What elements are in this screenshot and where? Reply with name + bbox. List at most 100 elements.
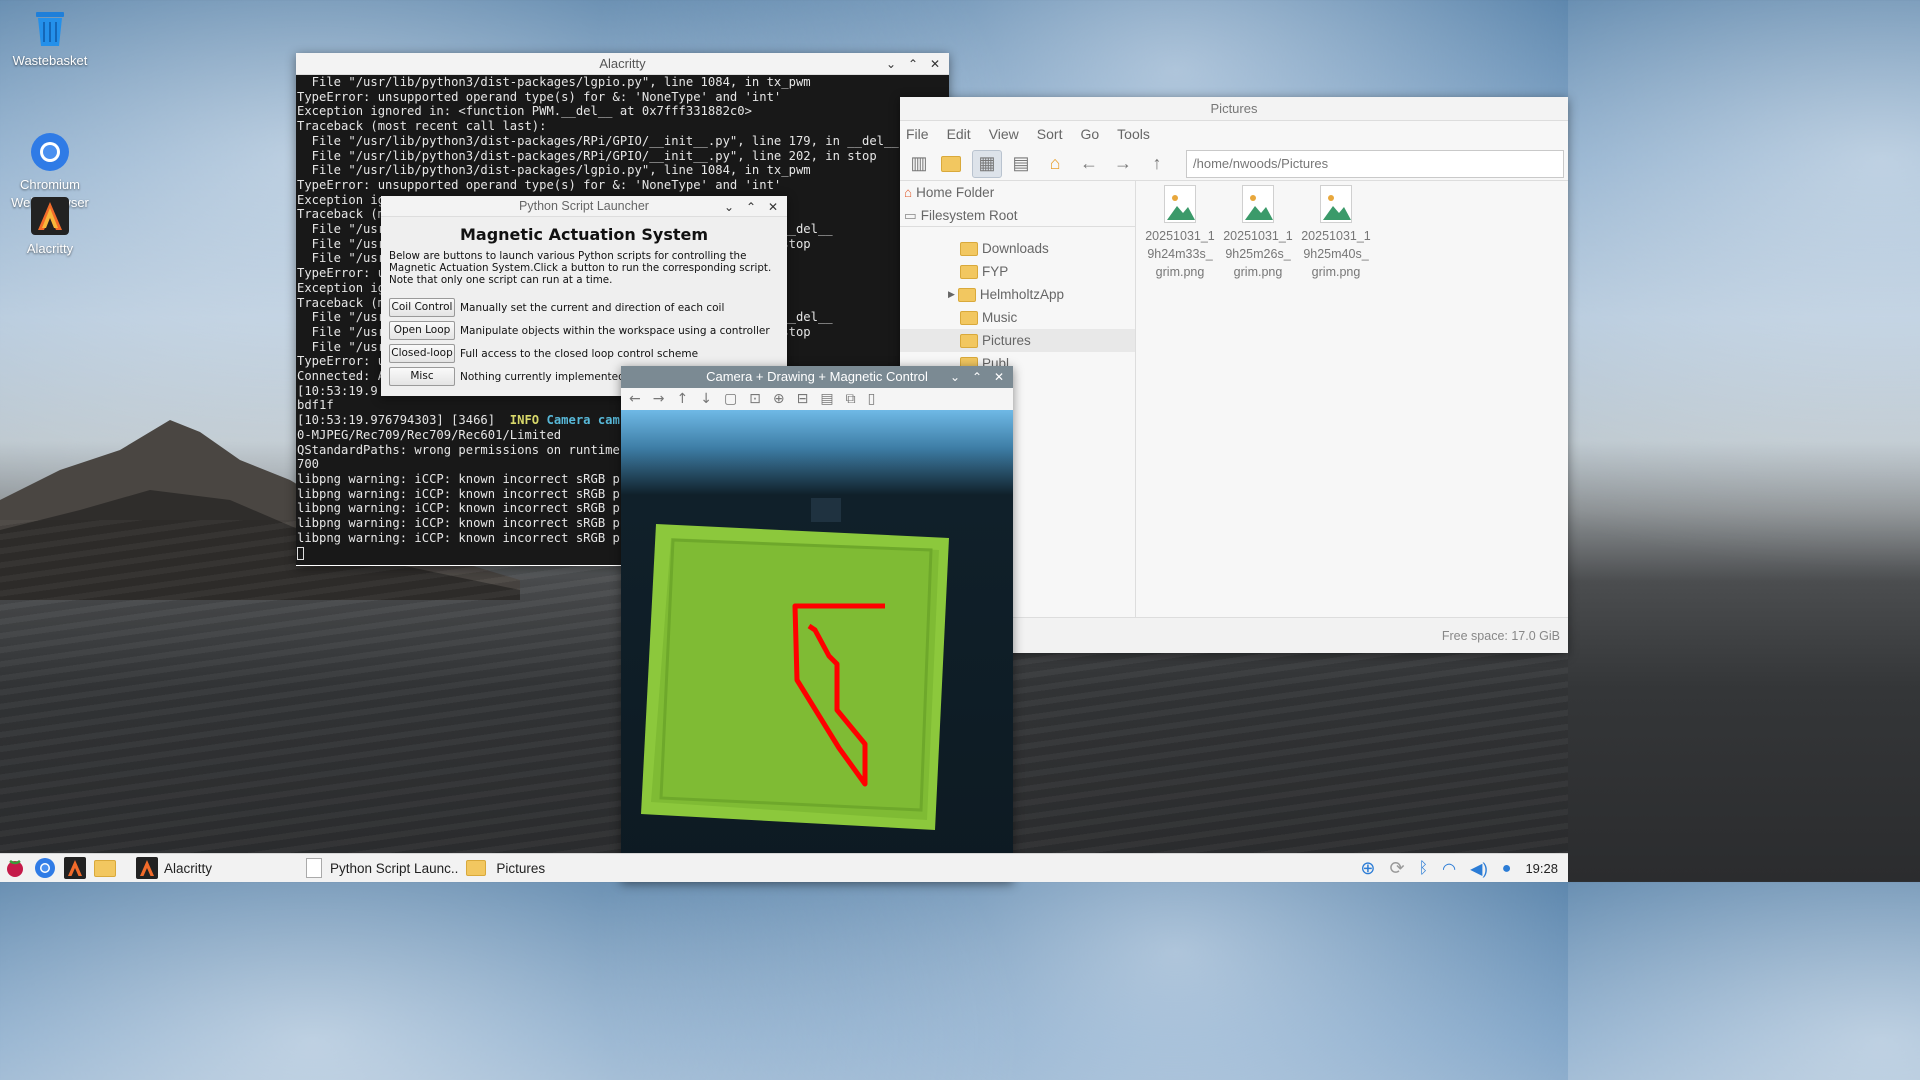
coil-control-button[interactable]: Coil Control (389, 298, 455, 317)
tree-item-helmholtzapp[interactable]: ▶ HelmholtzApp (900, 283, 1135, 306)
file-name-line: 20251031_1 (1301, 229, 1371, 243)
file-name-line: 9h25m40s_ (1303, 247, 1369, 261)
raspberry-menu-icon[interactable] (0, 854, 30, 883)
launcher-description: Below are buttons to launch various Pyth… (389, 250, 772, 286)
folder-icon (960, 310, 978, 325)
desktop-icon-chromium[interactable]: Chromium Web Browser (0, 96, 100, 212)
desktop-icon-label: Alacritty (26, 241, 74, 256)
system-tray: ⊕ ⟳ ᛒ ◠ ◀) ● 19:28 (1360, 854, 1568, 883)
misc-button[interactable]: Misc (389, 367, 455, 386)
desktop-icon-wastebasket[interactable]: Wastebasket (0, 8, 100, 70)
download-icon[interactable]: ⊕ (1360, 858, 1375, 879)
camera-titlebar[interactable]: Camera + Drawing + Magnetic Control ⌄ ⌃ … (621, 366, 1013, 388)
file-manager-titlebar[interactable]: Pictures (900, 97, 1568, 121)
back-arrow-icon[interactable]: ← (629, 391, 641, 407)
close-button[interactable]: ✕ (925, 53, 945, 75)
file-item[interactable]: 20251031_1 9h24m33s_ grim.png (1144, 181, 1216, 281)
maximize-button[interactable]: ⌃ (967, 366, 987, 388)
file-grid: 20251031_1 9h24m33s_ grim.png 20251031_1… (1144, 181, 1372, 281)
file-name-line: grim.png (1311, 265, 1361, 279)
new-folder-icon[interactable] (938, 150, 968, 178)
place-home-folder[interactable]: ⌂ Home Folder (900, 181, 1135, 204)
alacritty-launcher-icon[interactable] (60, 854, 90, 883)
subplots-icon[interactable]: ⊟ (797, 391, 809, 407)
free-space-label: Free space: 17.0 GiB (1441, 629, 1560, 643)
list-view-icon[interactable]: ▤ (1006, 150, 1036, 178)
expand-arrow-icon[interactable]: ▶ (948, 283, 955, 306)
terminal-line: TypeError: unsupported operand type(s) f… (297, 89, 782, 104)
camera-feed[interactable] (621, 410, 1013, 882)
launcher-titlebar[interactable]: Python Script Launcher ⌄ ⌃ ✕ (381, 196, 787, 217)
menu-file[interactable]: File (906, 121, 929, 147)
minimize-button[interactable]: ⌄ (719, 196, 739, 218)
tree-item-fyp[interactable]: FYP (900, 260, 1135, 283)
forward-arrow-icon[interactable]: → (1108, 150, 1138, 178)
maximize-button[interactable]: ⌃ (903, 53, 923, 75)
microphone-icon[interactable]: ● (1502, 860, 1512, 878)
trash-icon (30, 8, 70, 48)
menu-edit[interactable]: Edit (947, 121, 971, 147)
closed-loop-button[interactable]: Closed-loop (389, 344, 455, 363)
path-input[interactable]: /home/nwoods/Pictures (1186, 149, 1564, 178)
wifi-icon[interactable]: ◠ (1442, 859, 1456, 879)
icon-view-icon[interactable]: ▦ (972, 149, 1002, 178)
zoom-rect-icon[interactable]: ⊡ (749, 391, 761, 407)
copy-icon[interactable]: ⧉ (846, 391, 856, 407)
launcher-row: Closed-loop Full access to the closed lo… (381, 342, 787, 365)
folder-icon (957, 287, 976, 302)
chromium-launcher-icon[interactable] (30, 854, 60, 883)
clock[interactable]: 19:28 (1525, 861, 1558, 876)
button-description: Manually set the current and direction o… (460, 301, 725, 314)
down-arrow-icon[interactable]: ↓ (700, 391, 712, 407)
file-item[interactable]: 20251031_1 9h25m40s_ grim.png (1300, 181, 1372, 281)
edit-axis-icon[interactable]: ▤ (820, 391, 833, 407)
menu-sort[interactable]: Sort (1037, 121, 1063, 147)
taskbar-item-pictures[interactable]: Pictures (462, 854, 549, 883)
pan-icon[interactable]: ⊕ (773, 391, 785, 407)
camera-toolbar: ← → ↑ ↓ ▢ ⊡ ⊕ ⊟ ▤ ⧉ ▯ (621, 388, 1013, 410)
bluetooth-icon[interactable]: ᛒ (1419, 860, 1429, 878)
folder-icon (960, 333, 978, 348)
open-loop-button[interactable]: Open Loop (389, 321, 455, 340)
close-button[interactable]: ✕ (989, 366, 1009, 388)
python-window-icon (306, 858, 323, 878)
file-manager-launcher-icon[interactable] (90, 854, 124, 883)
drive-icon: ▭ (904, 207, 917, 223)
file-manager-toolbar: ▥ ▦ ▤ ⌂ ← → ↑ /home/nwoods/Pictures (900, 147, 1568, 181)
button-description: Nothing currently implemented (460, 370, 625, 383)
minimize-button[interactable]: ⌄ (945, 366, 965, 388)
tree-item-downloads[interactable]: Downloads (900, 237, 1135, 260)
menu-view[interactable]: View (989, 121, 1019, 147)
forward-arrow-icon[interactable]: → (653, 391, 665, 407)
close-button[interactable]: ✕ (763, 196, 783, 218)
tree-item-music[interactable]: Music (900, 306, 1135, 329)
volume-icon[interactable]: ◀) (1470, 859, 1488, 879)
menu-go[interactable]: Go (1080, 121, 1099, 147)
place-filesystem-root[interactable]: ▭ Filesystem Root (900, 204, 1135, 227)
launcher-row: Open Loop Manipulate objects within the … (381, 319, 787, 342)
button-description: Manipulate objects within the workspace … (460, 324, 770, 337)
camera-window[interactable]: Camera + Drawing + Magnetic Control ⌄ ⌃ … (621, 366, 1013, 882)
file-item[interactable]: 20251031_1 9h25m26s_ grim.png (1222, 181, 1294, 281)
image-file-icon (1164, 185, 1196, 223)
terminal-line: File "/usr/lib/python3/dist-packages/lgp… (297, 75, 811, 89)
tree-item-pictures[interactable]: Pictures (900, 329, 1135, 352)
up-arrow-icon[interactable]: ↑ (676, 391, 688, 407)
maximize-button[interactable]: ⌃ (741, 196, 761, 218)
minimize-button[interactable]: ⌄ (881, 53, 901, 75)
taskbar-item-alacritty[interactable]: Alacritty (124, 854, 216, 883)
menu-tools[interactable]: Tools (1117, 121, 1150, 147)
file-name-line: grim.png (1155, 265, 1205, 279)
back-arrow-icon[interactable]: ← (1074, 150, 1104, 178)
taskbar-item-python-launcher[interactable]: Python Script Launc.. (216, 854, 462, 883)
sidebar-toggle-icon[interactable]: ▥ (904, 150, 934, 178)
zoom-fit-icon[interactable]: ▢ (724, 391, 737, 407)
up-arrow-icon[interactable]: ↑ (1142, 150, 1172, 178)
update-icon[interactable]: ⟳ (1389, 858, 1404, 879)
terminal-titlebar[interactable]: Alacritty ⌄ ⌃ ✕ (296, 53, 949, 75)
window-title: Camera + Drawing + Magnetic Control (706, 369, 928, 384)
launcher-row: Coil Control Manually set the current an… (381, 296, 787, 319)
desktop-icon-alacritty[interactable]: Alacritty (0, 196, 100, 258)
save-icon[interactable]: ▯ (868, 391, 876, 407)
home-icon[interactable]: ⌂ (1040, 150, 1070, 178)
